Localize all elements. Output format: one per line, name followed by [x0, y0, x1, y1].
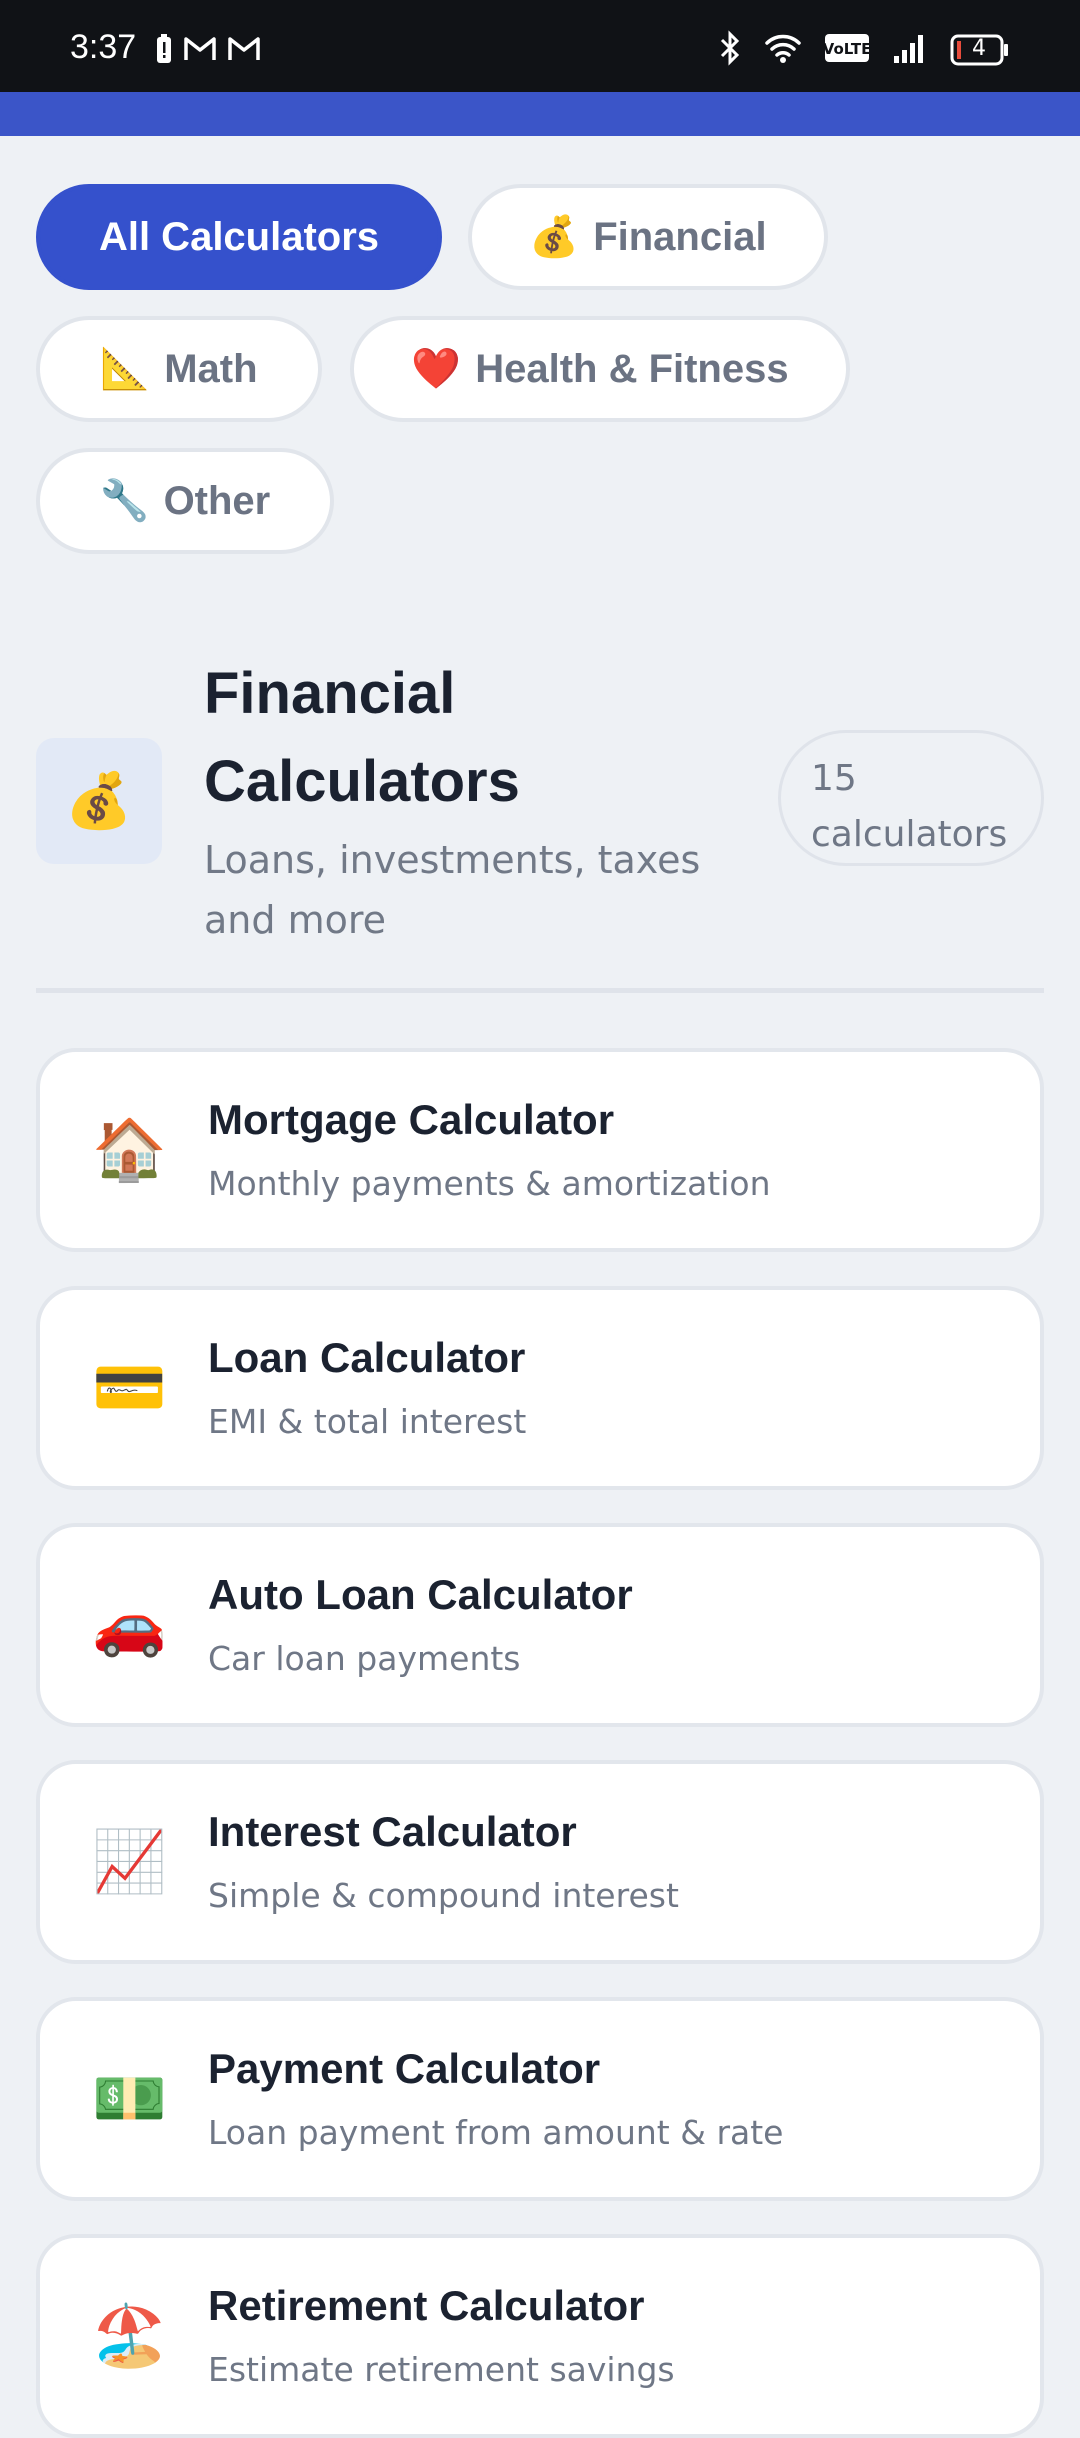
volte-icon: VoLTE — [823, 33, 871, 67]
card-subtitle: Monthly payments & amortization — [208, 1164, 771, 1203]
battery-level: 4 — [972, 36, 986, 61]
wifi-icon — [764, 32, 802, 68]
chip-label: Health & Fitness — [475, 346, 789, 391]
calculator-card-mortgage[interactable]: 🏠 Mortgage Calculator Monthly payments &… — [36, 1048, 1044, 1252]
battery-alert-icon — [155, 34, 173, 68]
status-time: 3:37 — [70, 28, 137, 66]
card-title: Loan Calculator — [208, 1334, 526, 1381]
card-title: Payment Calculator — [208, 2045, 601, 2092]
chip-label: Other — [163, 478, 271, 523]
house-icon: 🏠 — [92, 1115, 167, 1185]
bluetooth-icon — [718, 30, 742, 70]
chip-all-calculators[interactable]: All Calculators — [36, 184, 442, 290]
calculator-card-interest[interactable]: 📈 Interest Calculator Simple & compound … — [36, 1760, 1044, 1964]
money-bag-icon: 💰 — [36, 738, 162, 864]
notification-icons — [155, 34, 261, 68]
card-subtitle: Car loan payments — [208, 1639, 521, 1678]
system-icons: VoLTE 4 — [718, 30, 1010, 70]
card-subtitle: Loan payment from amount & rate — [208, 2113, 784, 2152]
calculator-card-retirement[interactable]: 🏖️ Retirement Calculator Estimate retire… — [36, 2234, 1044, 2438]
calculator-card-payment[interactable]: 💵 Payment Calculator Loan payment from a… — [36, 1997, 1044, 2201]
chip-math[interactable]: 📐 Math — [36, 316, 322, 422]
section-header: 💰 Financial Calculators Loans, investmen… — [36, 650, 1044, 970]
section-divider — [36, 988, 1044, 993]
signal-icon — [892, 32, 928, 68]
status-bar: 3:37 VoLTE 4 — [0, 0, 1080, 92]
card-title: Mortgage Calculator — [208, 1096, 615, 1143]
chip-label: Math — [164, 346, 258, 391]
triangle-ruler-icon: 📐 — [100, 347, 151, 391]
volte-label: VoLTE — [824, 40, 870, 58]
dollar-banknote-icon: 💵 — [92, 2064, 167, 2134]
chip-label: Financial — [593, 214, 767, 259]
card-title: Auto Loan Calculator — [208, 1571, 633, 1618]
credit-card-icon: 💳 — [92, 1353, 167, 1423]
beach-umbrella-icon: 🏖️ — [92, 2301, 167, 2371]
card-subtitle: Simple & compound interest — [208, 1876, 679, 1915]
card-title: Interest Calculator — [208, 1808, 577, 1855]
chip-label: All Calculators — [98, 214, 380, 259]
card-subtitle: EMI & total interest — [208, 1402, 527, 1441]
card-title: Retirement Calculator — [208, 2282, 645, 2329]
app-header-band — [0, 92, 1080, 136]
gmail-icon — [183, 36, 217, 66]
chip-other[interactable]: 🔧 Other — [36, 448, 334, 554]
calculator-card-auto-loan[interactable]: 🚗 Auto Loan Calculator Car loan payments — [36, 1523, 1044, 1727]
battery-icon: 4 — [950, 34, 1010, 66]
section-title: Financial Calculators — [204, 661, 520, 814]
car-icon: 🚗 — [92, 1590, 167, 1660]
money-bag-icon: 💰 — [529, 215, 580, 259]
section-icon-glyph: 💰 — [65, 769, 133, 832]
heart-icon: ❤️ — [411, 347, 462, 391]
card-subtitle: Estimate retirement savings — [208, 2350, 675, 2389]
chip-financial[interactable]: 💰 Financial — [468, 184, 828, 290]
calculator-count-badge: 15 calculators — [778, 730, 1044, 866]
section-subtitle: Loans, investments, taxes and more — [204, 838, 701, 942]
chart-increasing-icon: 📈 — [92, 1827, 167, 1897]
calculator-card-loan[interactable]: 💳 Loan Calculator EMI & total interest — [36, 1286, 1044, 1490]
gmail-icon — [227, 36, 261, 66]
wrench-icon: 🔧 — [99, 479, 150, 523]
chip-health-fitness[interactable]: ❤️ Health & Fitness — [350, 316, 850, 422]
